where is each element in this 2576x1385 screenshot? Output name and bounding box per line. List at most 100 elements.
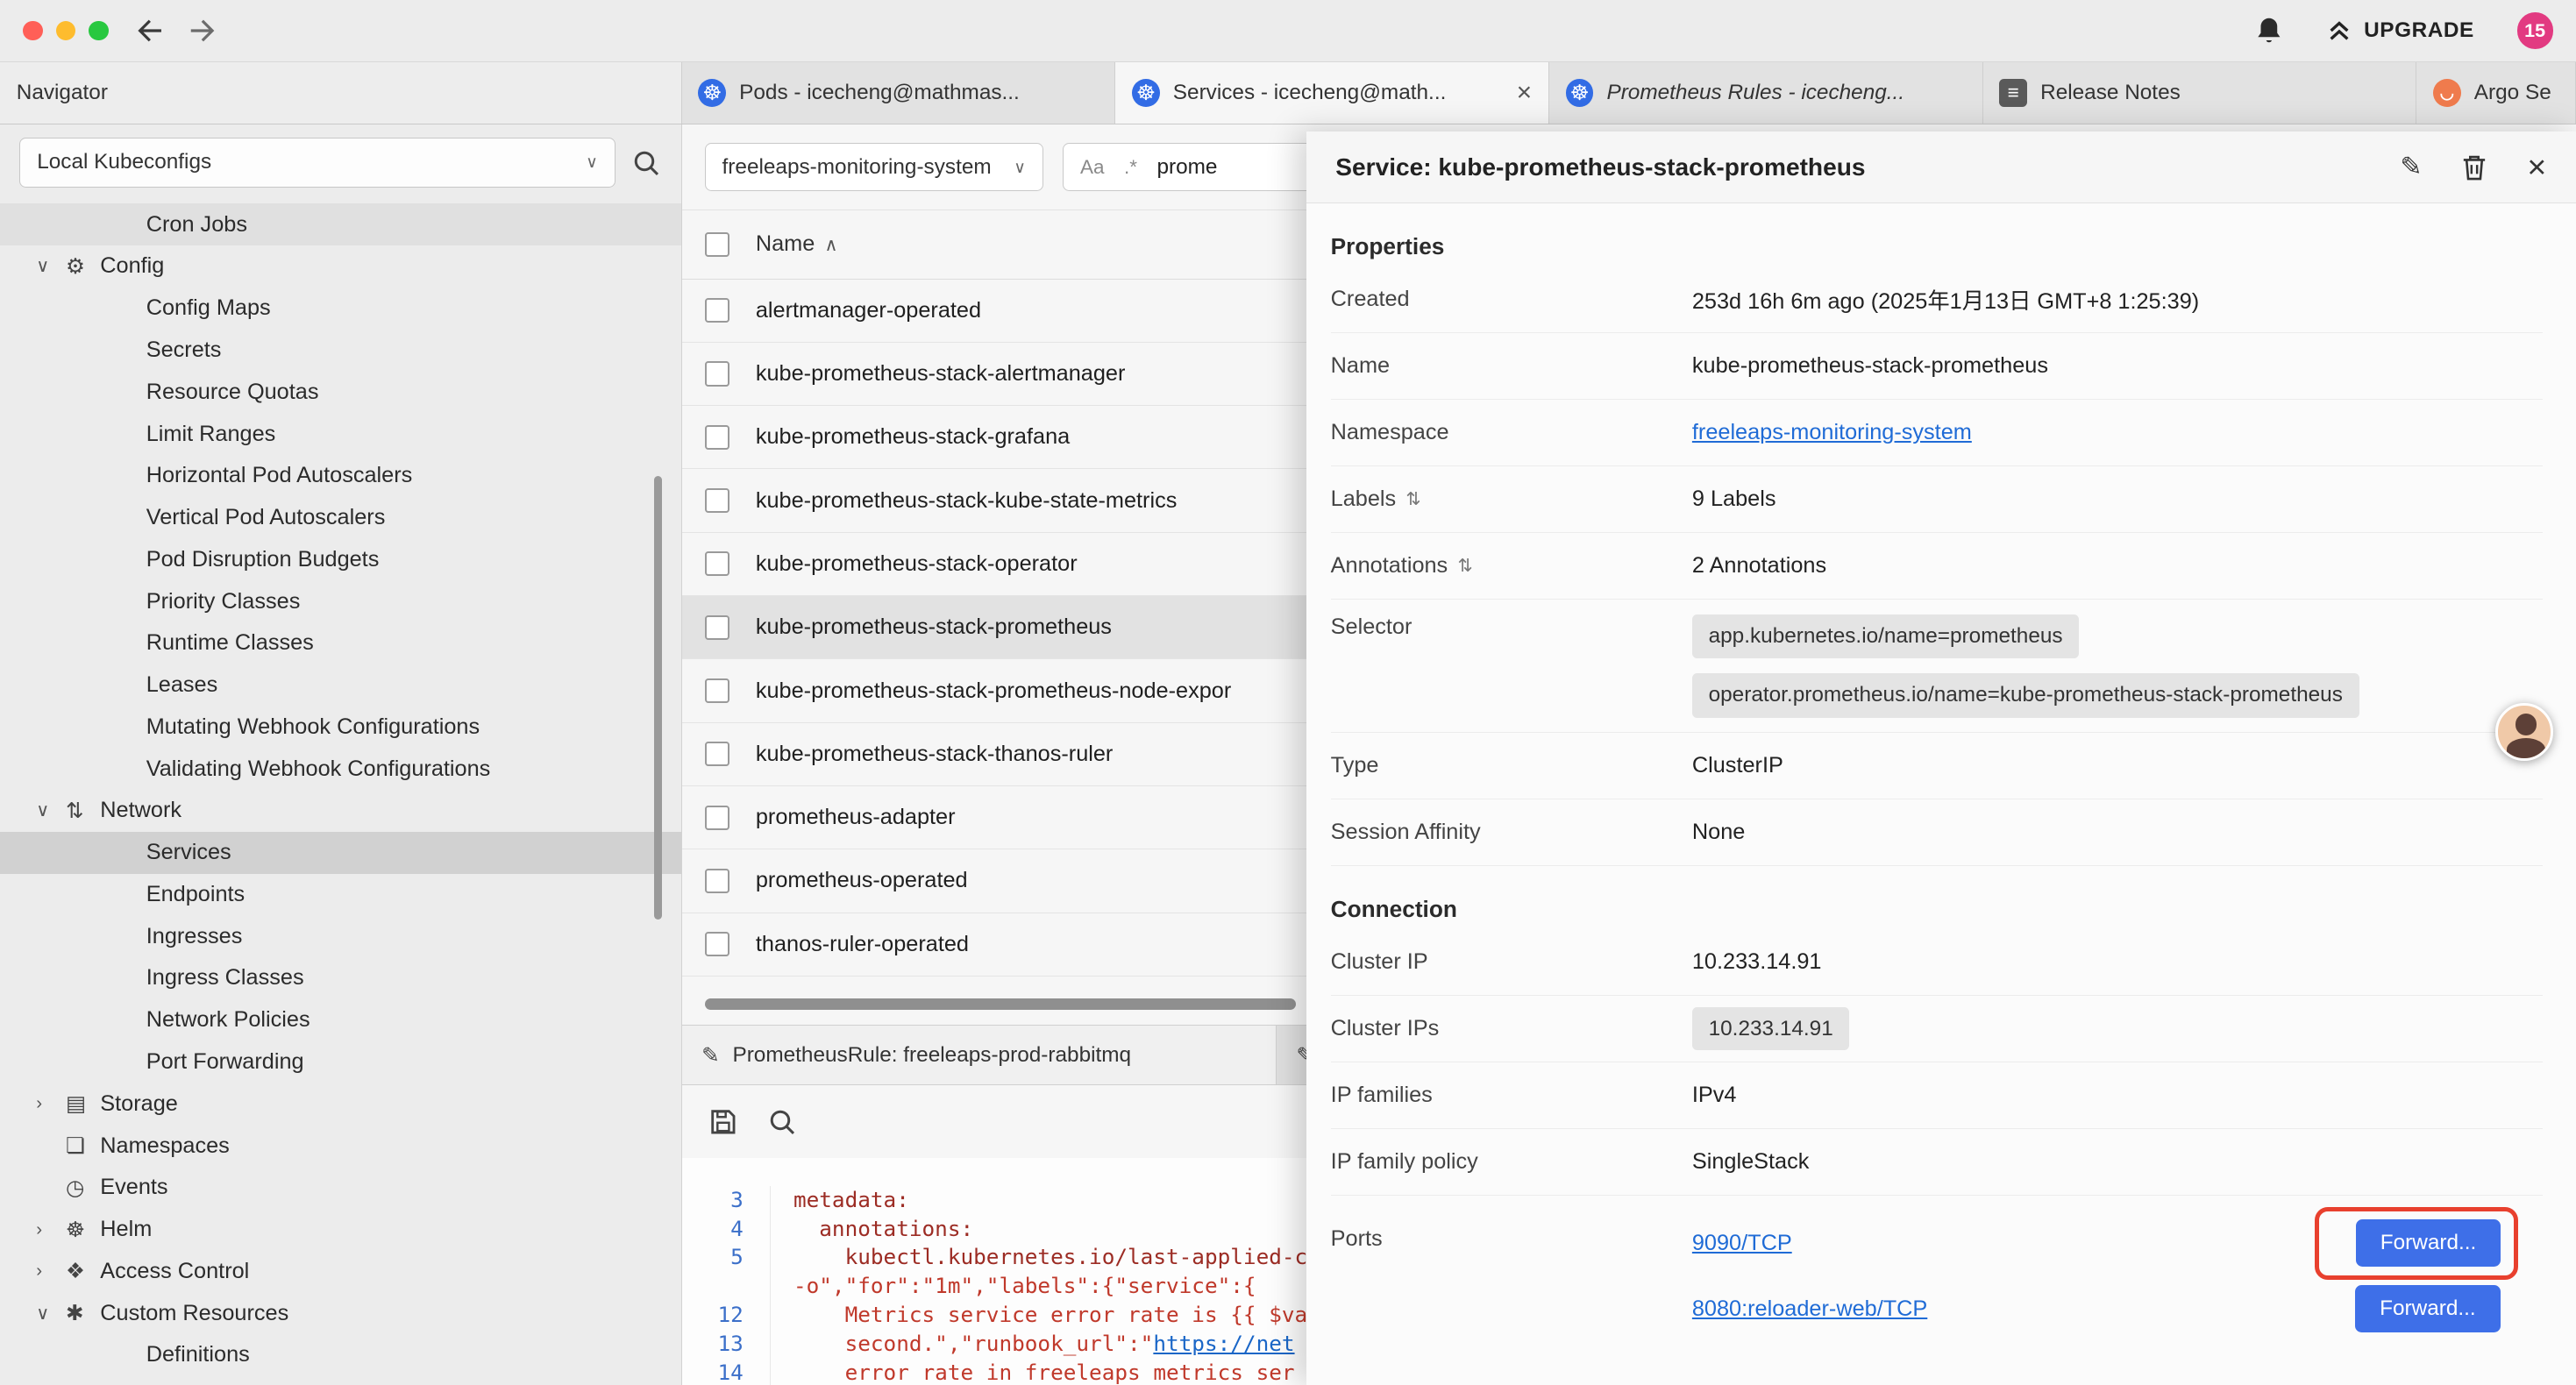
sidebar-item-priority-classes[interactable]: Priority Classes: [0, 580, 681, 622]
tab-close-icon[interactable]: ×: [1517, 80, 1533, 106]
tree-caret-icon[interactable]: ›: [36, 1093, 66, 1114]
tab[interactable]: Prometheus Rules - icecheng...: [1549, 62, 1983, 124]
table-horizontal-scrollbar[interactable]: [705, 998, 1297, 1010]
forward-icon[interactable]: [188, 18, 217, 44]
sidebar-search-icon[interactable]: [631, 148, 661, 178]
sidebar-group-access-control[interactable]: › ❖ Access Control: [0, 1250, 681, 1292]
kubeconfig-selector[interactable]: Local Kubeconfigs ∨: [19, 138, 615, 187]
sidebar-item-services[interactable]: Services: [0, 832, 681, 874]
row-checkbox[interactable]: [705, 869, 729, 893]
detail-row-type: Type ClusterIP: [1331, 733, 2544, 799]
regex-toggle[interactable]: .*: [1124, 156, 1137, 179]
row-checkbox[interactable]: [705, 488, 729, 513]
sidebar-item-mutating-webhook-configurations[interactable]: Mutating Webhook Configurations: [0, 707, 681, 749]
forward-button[interactable]: Forward...: [2356, 1219, 2501, 1267]
sidebar-item-limit-ranges[interactable]: Limit Ranges: [0, 413, 681, 455]
namespace-link[interactable]: freeleaps-monitoring-system: [1692, 420, 1972, 444]
sidebar-item-port-forwarding[interactable]: Port Forwarding: [0, 1041, 681, 1083]
sidebar-item-config-maps[interactable]: Config Maps: [0, 288, 681, 330]
row-checkbox[interactable]: [705, 742, 729, 766]
editor-search-icon[interactable]: [767, 1107, 797, 1137]
notifications-bell-icon[interactable]: [2254, 15, 2284, 46]
delete-service-icon[interactable]: [2461, 153, 2487, 181]
tree-caret-icon[interactable]: ∨: [36, 799, 66, 821]
cluster-ip-chip[interactable]: 10.233.14.91: [1692, 1007, 1850, 1050]
sidebar-group-storage[interactable]: › ▤ Storage: [0, 1083, 681, 1125]
sidebar-item-endpoints[interactable]: Endpoints: [0, 874, 681, 916]
sidebar-item-ingresses[interactable]: Ingresses: [0, 915, 681, 957]
row-checkbox[interactable]: [705, 551, 729, 576]
tree-caret-icon[interactable]: ∨: [36, 1303, 66, 1325]
tree-caret-icon[interactable]: ∨: [36, 255, 66, 277]
row-checkbox[interactable]: [705, 615, 729, 640]
search-query-text: prome: [1156, 155, 1217, 180]
sidebar-group-custom-resources[interactable]: ∨ ✱ Custom Resources: [0, 1292, 681, 1334]
forward-button[interactable]: Forward...: [2355, 1285, 2501, 1332]
sidebar-item-network-policies[interactable]: Network Policies: [0, 999, 681, 1041]
sidebar-item-leases[interactable]: Leases: [0, 664, 681, 707]
app-window: UPGRADE 15 Navigator Pods - icecheng@mat…: [0, 0, 2576, 1385]
minimize-window-button[interactable]: [56, 21, 75, 40]
sidebar-item-cron-jobs[interactable]: Cron Jobs: [0, 203, 681, 245]
tree-item-label: Events: [100, 1175, 167, 1200]
sidebar-item-secrets[interactable]: Secrets: [0, 330, 681, 372]
selector-chip[interactable]: app.kubernetes.io/name=prometheus: [1692, 614, 2079, 658]
sidebar-item-vertical-pod-autoscalers[interactable]: Vertical Pod Autoscalers: [0, 497, 681, 539]
save-icon[interactable]: [708, 1107, 738, 1137]
back-icon[interactable]: [135, 18, 165, 44]
sidebar-item-namespaces[interactable]: ❏ Namespaces: [0, 1125, 681, 1167]
sort-asc-icon: ∧: [825, 235, 838, 255]
sidebar-item-ingress-classes[interactable]: Ingress Classes: [0, 957, 681, 999]
row-checkbox[interactable]: [705, 932, 729, 956]
tab[interactable]: Argo Se: [2416, 62, 2576, 124]
maximize-window-button[interactable]: [89, 21, 108, 40]
tab[interactable]: Release Notes: [1983, 62, 2417, 124]
port-link[interactable]: 9090/TCP: [1692, 1231, 1792, 1256]
service-name: kube-prometheus-stack-alertmanager: [756, 361, 1126, 387]
sidebar-item-runtime-classes[interactable]: Runtime Classes: [0, 622, 681, 664]
notification-count-badge[interactable]: 15: [2517, 12, 2553, 48]
upgrade-button[interactable]: UPGRADE: [2326, 18, 2474, 44]
sidebar-item-horizontal-pod-autoscalers[interactable]: Horizontal Pod Autoscalers: [0, 455, 681, 497]
expand-toggle-icon[interactable]: ⇅: [1457, 555, 1472, 577]
select-all-checkbox[interactable]: [705, 232, 729, 257]
close-panel-icon[interactable]: ×: [2527, 151, 2546, 183]
sidebar-scrollbar[interactable]: [654, 476, 662, 920]
row-checkbox[interactable]: [705, 425, 729, 450]
assistant-avatar[interactable]: [2495, 703, 2553, 761]
row-checkbox[interactable]: [705, 361, 729, 386]
row-checkbox[interactable]: [705, 806, 729, 830]
dock-tab-label: PrometheusRule: freeleaps-prod-rabbitmq: [732, 1043, 1131, 1068]
sidebar-item-resource-quotas[interactable]: Resource Quotas: [0, 371, 681, 413]
dock-tab[interactable]: ✎ PrometheusRule: freeleaps-prod-rabbitm…: [682, 1026, 1277, 1084]
match-case-toggle[interactable]: Aa: [1080, 156, 1104, 179]
sidebar-item-pod-disruption-budgets[interactable]: Pod Disruption Budgets: [0, 538, 681, 580]
config-icon: ⚙: [66, 253, 100, 280]
tab[interactable]: Pods - icecheng@mathmas...: [682, 62, 1116, 124]
namespaces-icon: ❏: [66, 1133, 100, 1159]
tree-caret-icon[interactable]: ›: [36, 1219, 66, 1240]
sidebar-group-helm[interactable]: › ☸ Helm: [0, 1209, 681, 1251]
selector-chip[interactable]: operator.prometheus.io/name=kube-prometh…: [1692, 673, 2359, 717]
tab[interactable]: Services - icecheng@math... ×: [1115, 62, 1549, 124]
expand-toggle-icon[interactable]: ⇅: [1405, 488, 1420, 510]
cluster-ip-value: 10.233.14.91: [1692, 949, 2544, 975]
tree-item-label: Cron Jobs: [146, 212, 247, 238]
sidebar-item-validating-webhook-configurations[interactable]: Validating Webhook Configurations: [0, 748, 681, 790]
name-column-header[interactable]: Name∧: [756, 231, 838, 257]
sidebar-group-config[interactable]: ∨ ⚙ Config: [0, 245, 681, 288]
tree-caret-icon[interactable]: ›: [36, 1261, 66, 1282]
tree-item-label: Pod Disruption Budgets: [146, 547, 380, 572]
edit-service-icon[interactable]: ✎: [2400, 152, 2422, 182]
namespace-dropdown[interactable]: freeleaps-monitoring-system ∨: [705, 143, 1043, 190]
row-checkbox[interactable]: [705, 678, 729, 703]
service-detail-panel: Service: kube-prometheus-stack-prometheu…: [1306, 131, 2576, 1385]
tab-label: Release Notes: [2040, 81, 2181, 105]
close-window-button[interactable]: [23, 21, 42, 40]
tab-label: Services - icecheng@math...: [1173, 81, 1447, 105]
port-link[interactable]: 8080:reloader-web/TCP: [1692, 1296, 1927, 1322]
row-checkbox[interactable]: [705, 298, 729, 323]
sidebar-item-events[interactable]: ◷ Events: [0, 1167, 681, 1209]
sidebar-item-definitions[interactable]: Definitions: [0, 1334, 681, 1376]
sidebar-group-network[interactable]: ∨ ⇅ Network: [0, 790, 681, 832]
